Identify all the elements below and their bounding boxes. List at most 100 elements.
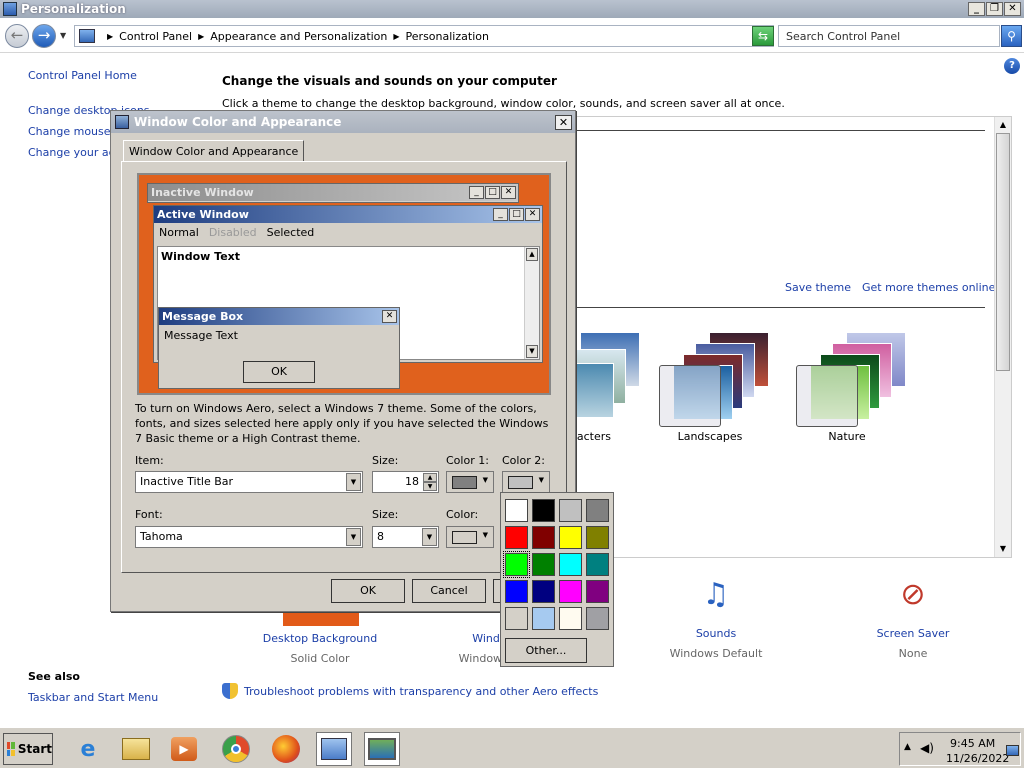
media-player-icon[interactable]: ▶: [166, 732, 202, 766]
preview-ok-button[interactable]: OK: [243, 361, 315, 383]
color-swatch[interactable]: [559, 607, 582, 630]
spin-down-icon[interactable]: ▼: [423, 482, 437, 491]
scroll-up-arrow-icon[interactable]: ▲: [997, 118, 1009, 132]
tab-window-color[interactable]: Window Color and Appearance: [123, 140, 305, 162]
show-hidden-icons-icon[interactable]: ▲: [904, 742, 911, 752]
desktop-background-label[interactable]: Desktop Background: [250, 632, 390, 645]
file-explorer-icon[interactable]: [118, 732, 154, 766]
chevron-down-icon[interactable]: ▼: [346, 528, 361, 546]
aero-note: To turn on Windows Aero, select a Window…: [135, 402, 549, 445]
preview-scrollbar[interactable]: ▲ ▼: [524, 247, 539, 359]
show-desktop-icon[interactable]: [1006, 745, 1019, 756]
color-swatch[interactable]: [532, 553, 555, 576]
color-swatch[interactable]: [532, 607, 555, 630]
color-swatch[interactable]: [559, 580, 582, 603]
screen-saver-item[interactable]: ⊘ Screen Saver None: [843, 577, 983, 660]
breadcrumb-appearance[interactable]: Appearance and Personalization: [210, 30, 387, 43]
forward-button[interactable]: →: [32, 24, 56, 48]
other-color-button[interactable]: Other...: [505, 638, 587, 663]
item-dropdown[interactable]: Inactive Title Bar ▼: [135, 471, 363, 493]
theme-landscapes[interactable]: Landscapes: [640, 327, 780, 443]
breadcrumb-separator-icon[interactable]: ▶: [393, 32, 399, 41]
taskbar-start-menu-link[interactable]: Taskbar and Start Menu: [28, 691, 158, 704]
breadcrumb-control-panel[interactable]: Control Panel: [119, 30, 192, 43]
troubleshoot-link[interactable]: Troubleshoot problems with transparency …: [222, 683, 598, 699]
control-panel-taskbar-icon[interactable]: [316, 732, 352, 766]
font-size-dropdown[interactable]: 8 ▼: [372, 526, 439, 548]
save-theme-link[interactable]: Save theme: [785, 281, 851, 294]
preview-message-box[interactable]: Message Box ✕ Message Text OK: [158, 307, 400, 389]
dialog-close-button[interactable]: ✕: [555, 114, 572, 130]
preview-menu-disabled[interactable]: Disabled: [209, 226, 257, 239]
color-swatch[interactable]: [532, 499, 555, 522]
font-dropdown[interactable]: Tahoma ▼: [135, 526, 363, 548]
preview-active-title: Active Window: [157, 208, 249, 221]
font-size-value: 8: [377, 530, 384, 543]
color-swatch[interactable]: [559, 526, 582, 549]
preview-menu-bar[interactable]: Normal Disabled Selected: [154, 223, 542, 242]
control-panel-home-link[interactable]: Control Panel Home: [28, 69, 137, 82]
address-bar: ← → ▼ ▶ Control Panel ▶ Appearance and P…: [0, 19, 1024, 53]
chrome-icon[interactable]: [218, 732, 254, 766]
sounds-item[interactable]: ♫ Sounds Windows Default: [646, 577, 786, 660]
cancel-button[interactable]: Cancel: [412, 579, 486, 603]
desktop-background-item[interactable]: Desktop Background Solid Color: [250, 632, 390, 665]
scroll-down-arrow-icon[interactable]: ▼: [997, 542, 1009, 556]
search-input[interactable]: Search Control Panel: [778, 25, 1000, 47]
color-swatch[interactable]: [532, 526, 555, 549]
clock-time[interactable]: 9:45 AM: [950, 737, 995, 750]
font-color-button[interactable]: ▼: [446, 526, 494, 548]
chevron-down-icon[interactable]: ▼: [422, 528, 437, 546]
minimize-icon: _: [493, 208, 508, 221]
start-button[interactable]: Start: [3, 733, 53, 765]
minimize-button[interactable]: _: [968, 2, 985, 16]
get-more-themes-link[interactable]: Get more themes online: [862, 281, 995, 294]
back-button[interactable]: ←: [5, 24, 29, 48]
restore-button[interactable]: ❐: [986, 2, 1003, 16]
color-swatch[interactable]: [586, 580, 609, 603]
preview-menu-normal[interactable]: Normal: [159, 226, 199, 239]
color1-button[interactable]: ▼: [446, 471, 494, 493]
color-swatch[interactable]: [586, 499, 609, 522]
chevron-down-icon[interactable]: ▼: [346, 473, 361, 491]
clock-date[interactable]: 11/26/2022: [946, 752, 1009, 765]
color-swatch[interactable]: [503, 551, 530, 578]
breadcrumb-separator-icon[interactable]: ▶: [107, 32, 113, 41]
color-swatch[interactable]: [559, 553, 582, 576]
color-swatch[interactable]: [505, 607, 528, 630]
firefox-icon[interactable]: [268, 732, 304, 766]
breadcrumb-personalization[interactable]: Personalization: [406, 30, 489, 43]
spin-up-icon[interactable]: ▲: [423, 473, 437, 482]
desktop-background-swatch[interactable]: [283, 612, 359, 626]
theme-list-scrollbar[interactable]: ▲ ▼: [994, 117, 1011, 557]
color-swatch[interactable]: [505, 526, 528, 549]
sounds-label[interactable]: Sounds: [646, 627, 786, 640]
close-button[interactable]: ✕: [1004, 2, 1021, 16]
preview-inactive-window[interactable]: Inactive Window _ □ ✕: [147, 183, 519, 203]
screen-saver-label[interactable]: Screen Saver: [843, 627, 983, 640]
personalization-taskbar-icon[interactable]: [364, 732, 400, 766]
color-swatch[interactable]: [559, 499, 582, 522]
color-swatch[interactable]: [505, 580, 528, 603]
color-swatch[interactable]: [586, 607, 609, 630]
scrollbar-thumb[interactable]: [996, 133, 1010, 371]
theme-nature[interactable]: Nature: [777, 327, 917, 443]
help-icon[interactable]: ?: [1004, 58, 1020, 74]
color-swatch[interactable]: [505, 499, 528, 522]
search-button[interactable]: ⚲: [1001, 25, 1022, 47]
ok-button[interactable]: OK: [331, 579, 405, 603]
color-swatch[interactable]: [586, 526, 609, 549]
chevron-down-icon: ▼: [482, 531, 488, 539]
preview-menu-selected[interactable]: Selected: [267, 226, 315, 239]
internet-explorer-icon[interactable]: e: [70, 732, 106, 766]
color-swatch[interactable]: [532, 580, 555, 603]
color2-button[interactable]: ▼: [502, 471, 550, 493]
speaker-icon[interactable]: ◀): [920, 741, 934, 755]
breadcrumb[interactable]: ▶ Control Panel ▶ Appearance and Persona…: [74, 25, 774, 47]
item-size-stepper[interactable]: 18 ▲ ▼: [372, 471, 439, 493]
refresh-button[interactable]: ⇆: [752, 26, 774, 46]
recent-pages-dropdown-icon[interactable]: ▼: [60, 31, 66, 40]
breadcrumb-separator-icon[interactable]: ▶: [198, 32, 204, 41]
troubleshoot-link-text[interactable]: Troubleshoot problems with transparency …: [244, 685, 598, 698]
color-swatch[interactable]: [586, 553, 609, 576]
